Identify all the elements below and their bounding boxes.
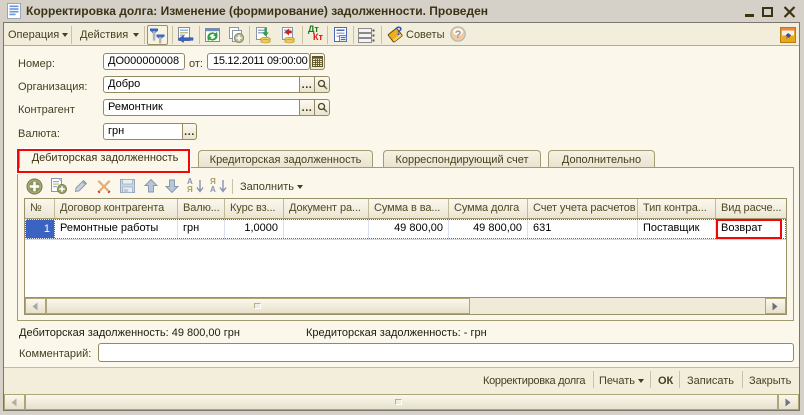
svg-text:?: ? [395,24,402,38]
svg-text:?: ? [455,29,462,41]
svg-text:ок: ок [124,188,130,194]
